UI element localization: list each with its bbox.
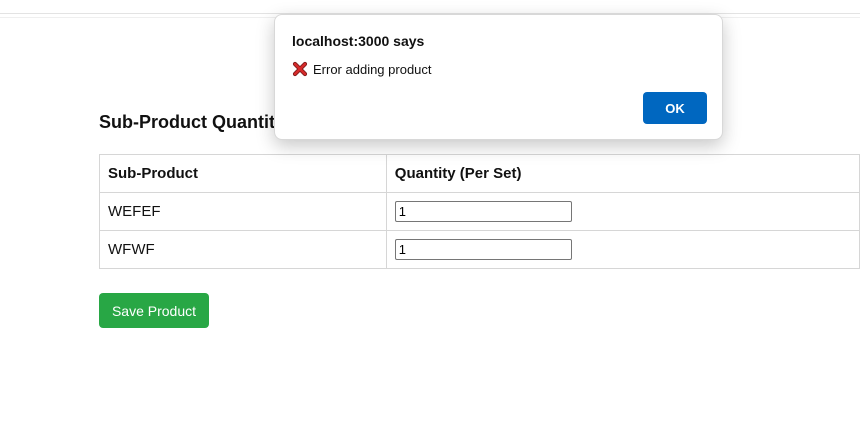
table-header-row: Sub-Product Quantity (Per Set) <box>99 154 860 193</box>
sub-product-name: WEFEF <box>99 192 387 231</box>
dialog-title: localhost:3000 says <box>292 33 425 49</box>
section-heading: Sub-Product Quantities <box>99 112 301 132</box>
alert-dialog: localhost:3000 says Error adding product… <box>274 14 723 140</box>
column-header-quantity: Quantity (Per Set) <box>385 154 860 193</box>
save-product-button[interactable]: Save Product <box>99 293 209 328</box>
dialog-message: Error adding product <box>292 61 432 77</box>
sub-product-name: WFWF <box>99 230 387 269</box>
quantity-input[interactable] <box>394 201 572 222</box>
table-row: WFWF <box>99 230 860 269</box>
quantity-cell <box>385 192 860 231</box>
cross-mark-icon <box>292 61 308 77</box>
table-row: WEFEF <box>99 192 860 231</box>
ok-button[interactable]: OK <box>643 92 707 124</box>
column-header-sub-product: Sub-Product <box>99 154 387 193</box>
dialog-message-text: Error adding product <box>313 61 432 77</box>
quantity-cell <box>385 230 860 269</box>
sub-product-table: Sub-Product Quantity (Per Set) WEFEF WFW… <box>99 154 860 269</box>
quantity-input[interactable] <box>394 239 572 260</box>
